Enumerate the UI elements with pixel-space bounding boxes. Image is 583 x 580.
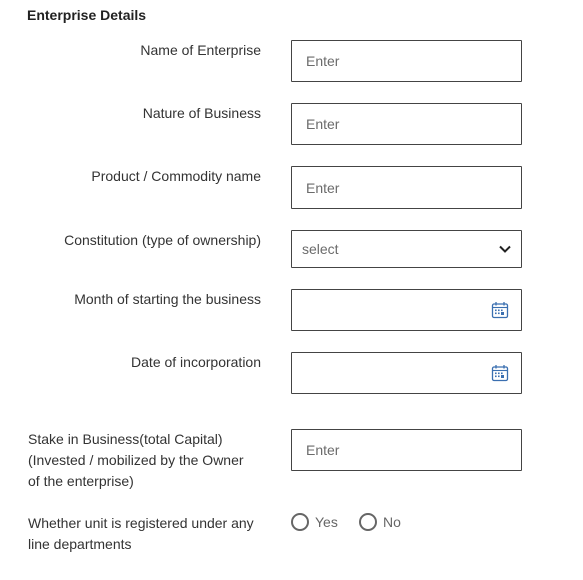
constitution-label: Constitution (type of ownership) bbox=[64, 232, 261, 248]
registered-label: Whether unit is registered under any lin… bbox=[28, 513, 263, 555]
radio-yes[interactable]: Yes bbox=[291, 513, 338, 531]
product-commodity-label: Product / Commodity name bbox=[91, 168, 261, 184]
nature-of-business-input[interactable]: Enter bbox=[291, 103, 522, 145]
radio-yes-circle[interactable] bbox=[291, 513, 309, 531]
name-of-enterprise-input[interactable]: Enter bbox=[291, 40, 522, 82]
name-of-enterprise-placeholder: Enter bbox=[306, 53, 340, 69]
month-of-starting-label: Month of starting the business bbox=[74, 291, 261, 307]
nature-of-business-placeholder: Enter bbox=[306, 116, 340, 132]
stake-label-line-1: Stake in Business(total Capital) bbox=[28, 431, 223, 447]
date-of-incorporation-label: Date of incorporation bbox=[131, 354, 261, 370]
stake-label-line-2: (Invested / mobilized by the Owner bbox=[28, 452, 244, 468]
stake-in-business-label: Stake in Business(total Capital) (Invest… bbox=[28, 429, 263, 492]
nature-of-business-label: Nature of Business bbox=[142, 105, 261, 121]
radio-yes-label: Yes bbox=[315, 514, 338, 530]
name-of-enterprise-label: Name of Enterprise bbox=[140, 42, 261, 58]
stake-in-business-placeholder: Enter bbox=[306, 442, 340, 458]
radio-no-label: No bbox=[383, 514, 401, 530]
constitution-select-value: select bbox=[302, 241, 339, 257]
product-commodity-placeholder: Enter bbox=[306, 179, 340, 196]
registered-label-line-1: Whether unit is registered under any bbox=[28, 515, 254, 531]
section-title: Enterprise Details bbox=[27, 7, 147, 23]
month-of-starting-date-input[interactable] bbox=[291, 289, 522, 331]
stake-in-business-input[interactable]: Enter bbox=[291, 429, 522, 471]
calendar-icon[interactable] bbox=[491, 364, 509, 382]
stake-label-line-3: of the enterprise) bbox=[28, 473, 134, 489]
constitution-select[interactable]: select bbox=[291, 230, 522, 268]
radio-no[interactable]: No bbox=[359, 513, 401, 531]
radio-no-circle[interactable] bbox=[359, 513, 377, 531]
date-of-incorporation-date-input[interactable] bbox=[291, 352, 522, 394]
chevron-down-icon bbox=[499, 245, 511, 253]
product-commodity-input[interactable]: Enter bbox=[291, 166, 522, 209]
registered-label-line-2: line departments bbox=[28, 536, 132, 552]
calendar-icon[interactable] bbox=[491, 301, 509, 319]
